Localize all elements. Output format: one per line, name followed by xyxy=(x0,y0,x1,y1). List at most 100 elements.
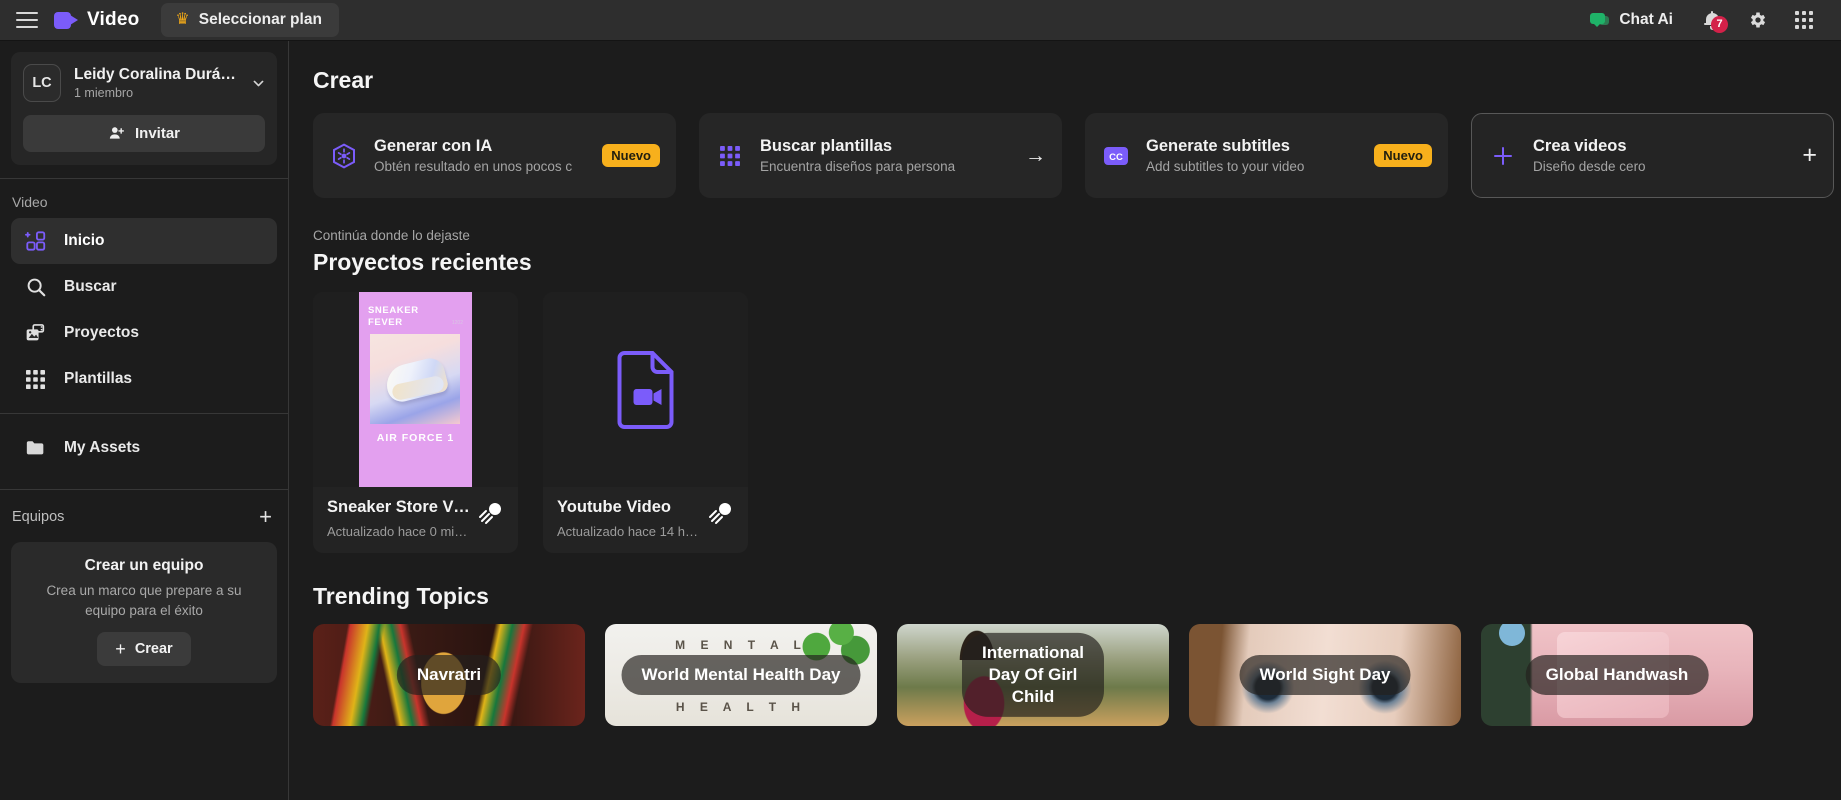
poster-preview: SNEAKER FEVER 1202 AIR FORCE 1 xyxy=(359,292,472,487)
sidebar-item-my-assets[interactable]: My Assets xyxy=(11,425,277,471)
card-title: Generate subtitles xyxy=(1146,137,1290,155)
overlay-text-top: M E N T A L xyxy=(675,638,807,652)
home-grid-icon xyxy=(24,230,47,253)
templates-grid-icon xyxy=(715,141,745,171)
trending-header: Trending Topics xyxy=(289,553,1841,610)
crear-cards-row: Generar con IA Obtén resultado en unos p… xyxy=(289,94,1841,198)
project-name: Sneaker Store Vid… xyxy=(327,498,472,516)
avatar: LC xyxy=(23,64,61,102)
sidebar-item-proyectos[interactable]: Proyectos xyxy=(11,310,277,356)
card-text: Crea videos Diseño desde cero xyxy=(1533,137,1787,174)
create-team-button-label: Crear xyxy=(134,641,173,658)
poster-image xyxy=(370,334,460,424)
sidebar-item-label: Plantillas xyxy=(64,370,133,387)
overlay-text-bottom: H E A L T H xyxy=(675,700,807,714)
chat-ai-button[interactable]: Chat Ai xyxy=(1574,11,1689,29)
plus-icon: + xyxy=(115,639,126,660)
sidebar-item-label: Buscar xyxy=(64,278,117,295)
top-bar: Video ♛ Seleccionar plan Chat Ai 7 xyxy=(0,0,1841,41)
gear-icon xyxy=(1750,12,1766,28)
project-updated: Actualizado hace 0 min… xyxy=(327,524,472,539)
person-add-icon xyxy=(109,127,125,139)
sidebar-item-buscar[interactable]: Buscar xyxy=(11,264,277,310)
video-file-icon xyxy=(617,350,674,429)
plus-icon xyxy=(1488,141,1518,171)
recents-header: Continúa donde lo dejaste Proyectos reci… xyxy=(289,198,1841,276)
create-team-card: Crear un equipo Crea un marco que prepar… xyxy=(11,542,277,684)
trending-card-global-handwash[interactable]: Global Handwash xyxy=(1481,624,1753,726)
card-title: Buscar plantillas xyxy=(760,137,893,155)
card-buscar-plantillas[interactable]: Buscar plantillas Encuentra diseños para… xyxy=(699,113,1062,198)
hamburger-menu-icon[interactable] xyxy=(16,12,38,28)
brand-name: Video xyxy=(87,9,140,30)
plus-icon-trailing: + xyxy=(1802,141,1817,169)
project-meta: Youtube Video Actualizado hace 14 hor… xyxy=(543,487,748,553)
trending-card-world-sight-day[interactable]: World Sight Day xyxy=(1189,624,1461,726)
trending-card-navratri[interactable]: Navratri xyxy=(313,624,585,726)
new-badge: Nuevo xyxy=(1374,144,1432,167)
team-name: Leidy Coralina Durá… xyxy=(74,66,236,83)
card-subtitle: Diseño desde cero xyxy=(1533,159,1646,174)
card-text: Buscar plantillas Encuentra diseños para… xyxy=(760,137,1006,174)
trending-card-girl-child[interactable]: International Day Of Girl Child xyxy=(897,624,1169,726)
top-bar-actions: Chat Ai 7 xyxy=(1574,0,1841,41)
project-thumbnail: SNEAKER FEVER 1202 AIR FORCE 1 xyxy=(313,292,518,487)
team-members: 1 miembro xyxy=(74,86,134,100)
trending-card-mental-health[interactable]: M E N T A L H E A L T H World Mental Hea… xyxy=(605,624,877,726)
sidebar-item-label: My Assets xyxy=(64,439,141,456)
project-card-sneaker[interactable]: SNEAKER FEVER 1202 AIR FORCE 1 Sneaker St… xyxy=(313,292,518,553)
brand-logo[interactable]: Video xyxy=(54,9,139,31)
arrow-right-icon: → xyxy=(1025,143,1046,167)
sidebar: LC Leidy Coralina Durá… 1 miembro Invita… xyxy=(0,41,289,800)
card-text: Generate subtitles Add subtitles to your… xyxy=(1146,137,1359,174)
poster-title: SNEAKER FEVER xyxy=(368,305,419,328)
poster-footer: AIR FORCE 1 xyxy=(376,432,455,444)
project-card-youtube[interactable]: Youtube Video Actualizado hace 14 hor… xyxy=(543,292,748,553)
cursor-pointer-icon xyxy=(709,503,731,524)
card-subtitle: Add subtitles to your video xyxy=(1146,159,1305,174)
invite-button[interactable]: Invitar xyxy=(23,115,265,152)
recents-eyebrow: Continúa donde lo dejaste xyxy=(313,228,470,243)
folder-icon xyxy=(24,437,47,460)
card-title: Crea videos xyxy=(1533,137,1627,155)
project-text: Sneaker Store Vid… Actualizado hace 0 mi… xyxy=(327,498,472,539)
trending-label: World Mental Health Day xyxy=(621,654,861,696)
main-content: Crear Generar con IA Obtén resultado en … xyxy=(289,41,1841,800)
svg-text:CC: CC xyxy=(1109,152,1123,163)
team-meta: Leidy Coralina Durá… 1 miembro xyxy=(74,66,239,100)
sidebar-item-label: Proyectos xyxy=(64,324,139,341)
card-text: Generar con IA Obtén resultado en unos p… xyxy=(374,137,587,174)
notifications-button[interactable]: 7 xyxy=(1689,0,1735,41)
project-updated: Actualizado hace 14 hor… xyxy=(557,524,702,539)
create-team-button[interactable]: + Crear xyxy=(97,632,191,667)
team-card: LC Leidy Coralina Durá… 1 miembro Invita… xyxy=(11,52,277,165)
sidebar-item-plantillas[interactable]: Plantillas xyxy=(11,356,277,402)
trending-label: International Day Of Girl Child xyxy=(961,632,1105,718)
recents-title: Proyectos recientes xyxy=(313,249,532,275)
card-crea-videos[interactable]: Crea videos Diseño desde cero + xyxy=(1471,113,1834,198)
new-badge: Nuevo xyxy=(602,144,660,167)
chat-bubble-icon xyxy=(1590,12,1610,28)
card-generar-con-ia[interactable]: Generar con IA Obtén resultado en unos p… xyxy=(313,113,676,198)
apps-button[interactable] xyxy=(1781,0,1827,41)
recent-projects-row: SNEAKER FEVER 1202 AIR FORCE 1 Sneaker St… xyxy=(289,276,1841,553)
projects-image-icon xyxy=(24,322,47,345)
sidebar-section-label: Video xyxy=(12,194,48,210)
chevron-down-icon xyxy=(253,80,264,86)
settings-button[interactable] xyxy=(1735,0,1781,41)
trending-label: World Sight Day xyxy=(1239,654,1411,696)
team-selector[interactable]: LC Leidy Coralina Durá… 1 miembro xyxy=(23,64,265,102)
crear-section-header: Crear xyxy=(289,41,1841,94)
trending-cards-row: Navratri M E N T A L H E A L T H World M… xyxy=(289,610,1841,726)
card-generate-subtitles[interactable]: CC Generate subtitles Add subtitles to y… xyxy=(1085,113,1448,198)
templates-grid-icon xyxy=(24,368,47,391)
project-text: Youtube Video Actualizado hace 14 hor… xyxy=(557,498,702,539)
select-plan-button[interactable]: ♛ Seleccionar plan xyxy=(161,3,339,37)
project-name: Youtube Video xyxy=(557,498,671,516)
search-icon xyxy=(24,276,47,299)
crown-icon: ♛ xyxy=(175,11,190,28)
sidebar-item-inicio[interactable]: Inicio xyxy=(11,218,277,264)
video-camera-icon xyxy=(54,11,78,29)
add-team-plus-icon[interactable]: + xyxy=(259,506,272,528)
teams-header: Equipos + xyxy=(0,490,288,536)
